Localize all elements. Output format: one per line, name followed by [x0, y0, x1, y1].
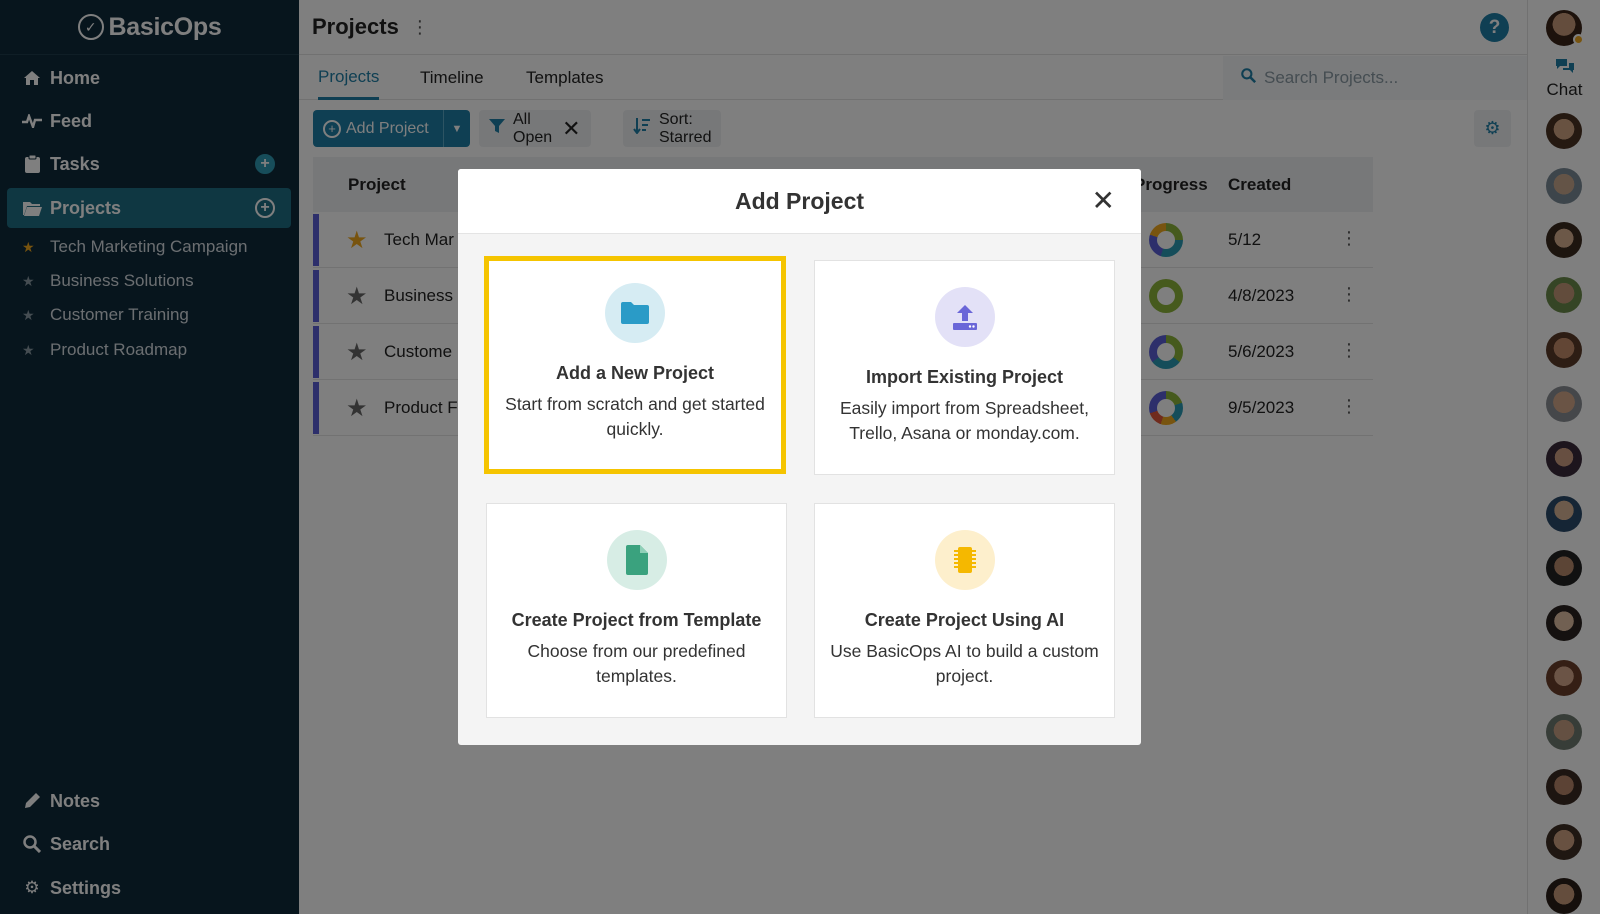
option-title: Create Project from Template	[511, 610, 762, 630]
option-from-template[interactable]: Create Project from Template Choose from…	[486, 503, 787, 718]
modal-title: Add Project	[734, 187, 865, 214]
option-import-project[interactable]: Import Existing Project Easily import fr…	[814, 260, 1115, 475]
add-project-modal: Add Project ✕ Add a New Project Start fr…	[458, 169, 1141, 745]
option-description: Use BasicOps AI to build a custom projec…	[830, 641, 1099, 686]
option-title: Add a New Project	[555, 363, 715, 383]
option-using-ai[interactable]: Create Project Using AI Use BasicOps AI …	[814, 503, 1115, 718]
document-icon	[606, 530, 667, 590]
option-title: Import Existing Project	[865, 367, 1064, 387]
option-title: Create Project Using AI	[864, 610, 1065, 630]
option-description: Choose from our predefined templates.	[527, 641, 746, 686]
option-new-project[interactable]: Add a New Project Start from scratch and…	[484, 256, 786, 474]
upload-icon	[934, 287, 995, 347]
chip-icon	[934, 530, 995, 590]
modal-header: Add Project ✕	[458, 169, 1141, 234]
option-description: Start from scratch and get started quick…	[505, 394, 765, 439]
option-description: Easily import from Spreadsheet, Trello, …	[840, 398, 1089, 443]
close-icon[interactable]: ✕	[1092, 187, 1115, 215]
folder-icon	[605, 283, 665, 343]
